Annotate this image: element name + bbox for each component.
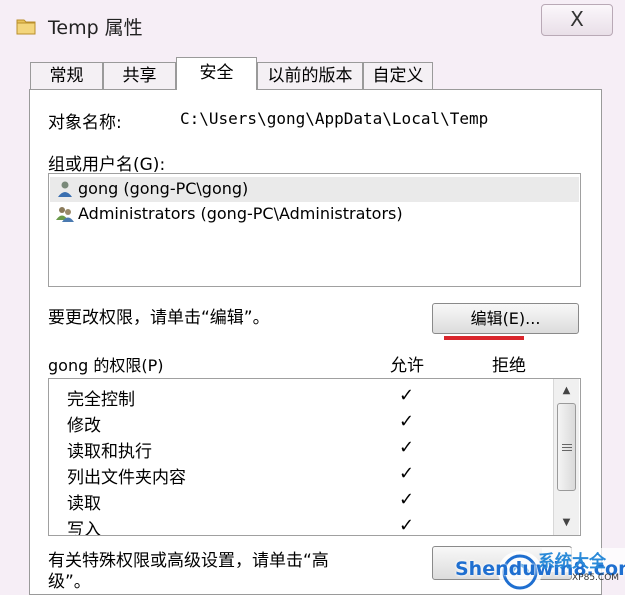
permissions-scrollbar[interactable]: ▲ ▼ bbox=[553, 379, 579, 535]
advanced-hint-line2: 级”。 bbox=[48, 572, 91, 592]
title-bar: Temp 属性 X bbox=[0, 0, 625, 54]
permission-name: 完全控制 bbox=[67, 390, 135, 410]
permissions-list: 完全控制 ✓ 修改 ✓ 读取和执行 ✓ 列出文件夹内容 ✓ 读取 ✓ 写入 ✓ bbox=[48, 378, 581, 536]
permission-name: 读取 bbox=[67, 494, 101, 514]
tab-general[interactable]: 常规 bbox=[30, 62, 103, 89]
list-item-label: Administrators (gong-PC\Administrators) bbox=[78, 204, 403, 223]
scroll-down-arrow-icon[interactable]: ▼ bbox=[554, 513, 579, 533]
permission-row-full-control: 完全控制 ✓ bbox=[67, 385, 557, 411]
scroll-up-arrow-icon[interactable]: ▲ bbox=[554, 381, 579, 401]
allow-checkmark: ✓ bbox=[399, 437, 415, 458]
close-button[interactable]: X bbox=[541, 4, 613, 36]
group-icon bbox=[56, 207, 74, 222]
object-name-label: 对象名称: bbox=[48, 113, 122, 133]
permission-row-write: 写入 ✓ bbox=[67, 515, 557, 536]
edit-hint: 要更改权限，请单击“编辑”。 bbox=[48, 308, 270, 328]
permissions-label: gong 的权限(P) bbox=[48, 356, 164, 375]
watermark-cn: 系统大全 bbox=[538, 552, 606, 572]
list-item-user-administrators[interactable]: Administrators (gong-PC\Administrators) bbox=[50, 202, 579, 227]
object-name-value: C:\Users\gong\AppData\Local\Temp bbox=[180, 109, 489, 128]
deny-header: 拒绝 bbox=[492, 356, 526, 376]
tab-security[interactable]: 安全 bbox=[176, 57, 257, 90]
scrollbar-thumb[interactable] bbox=[557, 403, 576, 491]
permission-name: 写入 bbox=[67, 520, 101, 536]
list-item-label: gong (gong-PC\gong) bbox=[78, 179, 249, 198]
watermark-url: XP85.COM bbox=[572, 573, 620, 583]
highlight-underline bbox=[444, 336, 524, 340]
allow-checkmark: ✓ bbox=[399, 489, 415, 510]
permission-name: 读取和执行 bbox=[67, 442, 152, 462]
user-icon bbox=[58, 181, 72, 197]
tab-previous-versions[interactable]: 以前的版本 bbox=[257, 62, 363, 89]
folder-icon bbox=[16, 19, 36, 35]
allow-checkmark: ✓ bbox=[399, 411, 415, 432]
list-item-user-gong[interactable]: gong (gong-PC\gong) bbox=[50, 177, 579, 202]
window-title: Temp 属性 bbox=[48, 17, 143, 39]
allow-header: 允许 bbox=[390, 356, 424, 376]
permission-row-list-folder: 列出文件夹内容 ✓ bbox=[67, 463, 557, 489]
properties-dialog: Temp 属性 X 常规 共享 安全 以前的版本 自定义 对象名称: C:\Us… bbox=[0, 0, 625, 595]
tab-sharing[interactable]: 共享 bbox=[103, 62, 176, 89]
permission-name: 列出文件夹内容 bbox=[67, 468, 186, 488]
allow-checkmark: ✓ bbox=[399, 463, 415, 484]
permission-name: 修改 bbox=[67, 416, 101, 436]
permission-row-read-execute: 读取和执行 ✓ bbox=[67, 437, 557, 463]
group-user-label: 组或用户名(G): bbox=[48, 155, 166, 175]
permission-row-modify: 修改 ✓ bbox=[67, 411, 557, 437]
tab-customize[interactable]: 自定义 bbox=[363, 62, 433, 89]
edit-button[interactable]: 编辑(E)... bbox=[432, 303, 579, 334]
allow-checkmark: ✓ bbox=[399, 515, 415, 536]
permission-row-read: 读取 ✓ bbox=[67, 489, 557, 515]
allow-checkmark: ✓ bbox=[399, 385, 415, 406]
user-list[interactable]: gong (gong-PC\gong) Administrators (gong… bbox=[48, 173, 581, 287]
